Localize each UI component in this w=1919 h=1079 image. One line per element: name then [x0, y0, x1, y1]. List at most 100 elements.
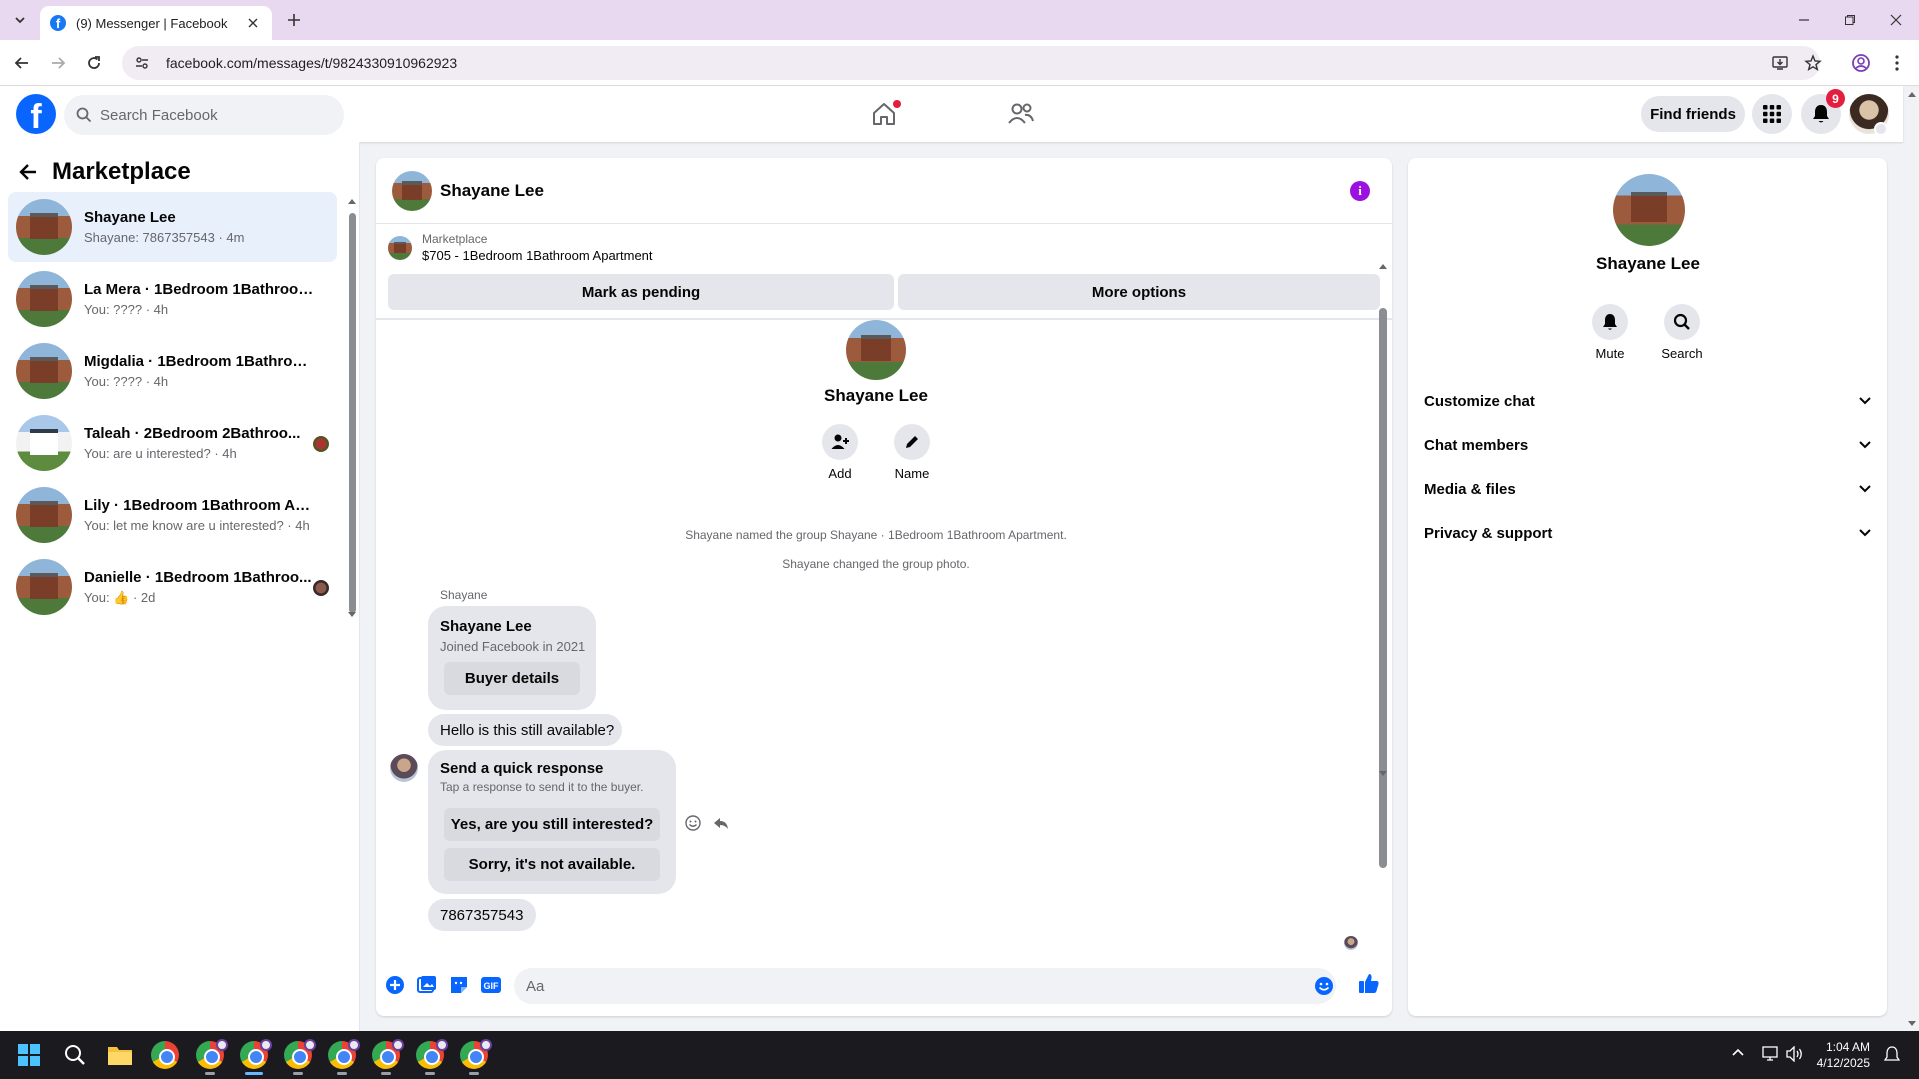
message-input-box[interactable]: [514, 968, 1336, 1004]
bookmark-star-icon[interactable]: [1801, 51, 1825, 75]
address-bar[interactable]: facebook.com/messages/t/9824330910962923: [122, 46, 1820, 80]
chrome-profile-icon[interactable]: [416, 1039, 448, 1075]
listing-thumbnail: [388, 235, 412, 260]
taskbar-search-icon[interactable]: [64, 1044, 86, 1066]
list-scrollbar[interactable]: [348, 197, 356, 617]
thumbs-up-icon[interactable]: [1358, 972, 1380, 994]
close-window-icon[interactable]: [1873, 0, 1919, 40]
restore-window-icon[interactable]: [1827, 0, 1873, 40]
media-files-section[interactable]: Media & files: [1416, 469, 1879, 509]
buyer-details-button[interactable]: Buyer details: [444, 662, 580, 695]
page-scrollbar[interactable]: [1905, 86, 1919, 1031]
seen-avatar: [313, 580, 329, 596]
search-input[interactable]: [100, 106, 320, 124]
chat-scrollbar[interactable]: [1378, 262, 1388, 882]
friends-icon[interactable]: [1005, 98, 1037, 130]
name-label: Name: [894, 466, 930, 481]
add-label: Add: [828, 466, 852, 481]
notification-center-icon[interactable]: [1884, 1046, 1900, 1064]
mute-button[interactable]: Mute: [1580, 304, 1640, 361]
more-options-button[interactable]: More options: [898, 274, 1380, 310]
sticker-icon[interactable]: [448, 974, 470, 996]
chrome-profile-icon[interactable]: [372, 1039, 404, 1075]
chevron-down-icon: [1859, 485, 1871, 493]
photo-icon[interactable]: [416, 974, 438, 996]
conversation-name: Shayane Lee: [84, 209, 176, 226]
search-icon: [1664, 304, 1700, 340]
quick-response-yes-button[interactable]: Yes, are you still interested?: [444, 808, 660, 841]
add-person-button[interactable]: Add: [810, 424, 870, 481]
plus-icon[interactable]: [384, 974, 406, 996]
conversation-item[interactable]: Lily · 1Bedroom 1Bathroom Apar... You: l…: [8, 480, 337, 550]
facebook-header: f Find friends 9: [0, 86, 1903, 142]
chrome-profile-icon[interactable]: [284, 1039, 316, 1075]
chrome-icon[interactable]: [151, 1041, 179, 1069]
chrome-profile-icon[interactable]: [196, 1039, 228, 1075]
network-icon[interactable]: [1762, 1046, 1780, 1062]
url-text: facebook.com/messages/t/9824330910962923: [166, 55, 458, 71]
conversation-item[interactable]: Taleah · 2Bedroom 2Bathroo... You: are u…: [8, 408, 337, 478]
minimize-window-icon[interactable]: [1781, 0, 1827, 40]
tab-search-chevron-icon[interactable]: [8, 8, 32, 32]
emoji-icon[interactable]: [1314, 976, 1334, 996]
chat-panel: Shayane Lee i Marketplace $705 - 1Bedroo…: [376, 158, 1392, 1016]
conversation-item[interactable]: Danielle · 1Bedroom 1Bathroo... You: 👍 ·…: [8, 552, 337, 622]
browser-tab[interactable]: f (9) Messenger | Facebook: [40, 6, 272, 40]
conversation-preview: You: are u interested? · 4h: [84, 446, 237, 461]
conversation-preview: You: let me know are u interested? · 4h: [84, 518, 310, 533]
chat-members-section[interactable]: Chat members: [1416, 425, 1879, 465]
conversation-name: La Mera · 1Bedroom 1Bathroom ...: [84, 281, 314, 298]
bell-icon: [1592, 304, 1628, 340]
customize-chat-section[interactable]: Customize chat: [1416, 381, 1879, 421]
new-tab-plus-icon[interactable]: [282, 8, 306, 32]
find-friends-button[interactable]: Find friends: [1641, 96, 1745, 132]
info-icon[interactable]: i: [1350, 181, 1370, 201]
reply-arrow-icon[interactable]: [710, 812, 732, 834]
conversation-item[interactable]: Shayane Lee Shayane: 7867357543 · 4m: [8, 192, 337, 262]
windows-start-icon[interactable]: [18, 1044, 40, 1066]
system-clock[interactable]: 1:04 AM 4/12/2025: [1800, 1039, 1870, 1071]
back-arrow-icon[interactable]: [18, 162, 38, 182]
browser-menu-icon[interactable]: [1885, 51, 1909, 75]
system-message: Shayane named the group Shayane · 1Bedro…: [685, 528, 1067, 542]
privacy-support-section[interactable]: Privacy & support: [1416, 513, 1879, 553]
conversation-preview: You: 👍 · 2d: [84, 589, 156, 605]
sender-avatar[interactable]: [390, 754, 418, 782]
profile-name[interactable]: Shayane Lee: [1498, 254, 1798, 274]
back-arrow-icon[interactable]: [10, 51, 34, 75]
quick-response-no-button[interactable]: Sorry, it's not available.: [444, 848, 660, 881]
profile-avatar[interactable]: [1613, 174, 1685, 246]
show-hidden-icons-chevron-icon[interactable]: [1732, 1048, 1744, 1056]
site-info-icon[interactable]: [132, 53, 152, 73]
conversation-item[interactable]: La Mera · 1Bedroom 1Bathroom ... You: ??…: [8, 264, 337, 334]
profile-icon[interactable]: [1849, 51, 1873, 75]
reload-icon[interactable]: [82, 51, 106, 75]
chrome-profile-icon[interactable]: [328, 1039, 360, 1075]
marketplace-listing[interactable]: Marketplace $705 - 1Bedroom 1Bathroom Ap…: [388, 232, 653, 263]
facebook-logo-icon[interactable]: f: [16, 94, 56, 134]
chat-title[interactable]: Shayane Lee: [440, 181, 544, 201]
profile-card-joined: Joined Facebook in 2021: [440, 639, 586, 654]
search-in-conversation-button[interactable]: Search: [1652, 304, 1712, 361]
chat-avatar[interactable]: [392, 170, 432, 211]
react-emoji-icon[interactable]: [682, 812, 704, 834]
gif-icon[interactable]: GIF: [480, 974, 502, 996]
facebook-search[interactable]: [64, 95, 344, 135]
close-tab-icon[interactable]: [244, 14, 262, 32]
install-app-icon[interactable]: [1768, 51, 1792, 75]
message-input[interactable]: [526, 977, 1286, 995]
chrome-profile-icon[interactable]: [240, 1039, 272, 1075]
intro-name: Shayane Lee: [824, 386, 928, 405]
chevron-down-icon: [1859, 397, 1871, 405]
chrome-profile-icon[interactable]: [460, 1039, 492, 1075]
conversation-name: Migdalia · 1Bedroom 1Bathroom...: [84, 353, 314, 370]
mark-as-pending-button[interactable]: Mark as pending: [388, 274, 894, 310]
forward-arrow-icon[interactable]: [46, 51, 70, 75]
menu-grid-icon[interactable]: [1752, 94, 1792, 134]
tab-title: (9) Messenger | Facebook: [76, 15, 228, 31]
listing-category: Marketplace: [422, 232, 488, 246]
account-chevron-icon[interactable]: [1874, 122, 1888, 136]
file-explorer-icon[interactable]: [108, 1044, 132, 1066]
conversation-item[interactable]: Migdalia · 1Bedroom 1Bathroom... You: ??…: [8, 336, 337, 406]
name-group-button[interactable]: Name: [882, 424, 942, 481]
